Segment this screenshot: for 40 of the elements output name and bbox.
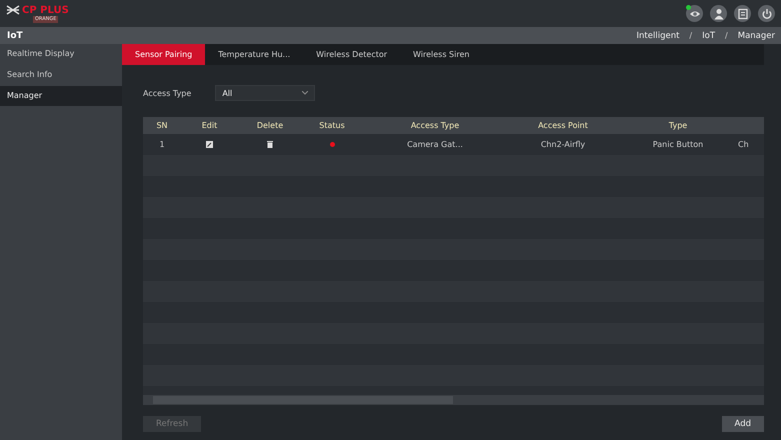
add-button[interactable]: Add	[722, 416, 764, 432]
user-button[interactable]	[710, 5, 727, 22]
delete-icon[interactable]	[267, 141, 273, 148]
section-title: IoT	[7, 30, 23, 40]
access-type-dropdown[interactable]: All	[215, 85, 316, 101]
column-header: Delete	[256, 121, 284, 130]
breadcrumb-separator: /	[689, 30, 692, 40]
tab[interactable]: Wireless Siren	[400, 44, 482, 65]
power-icon	[760, 8, 772, 20]
breadcrumb-link[interactable]: Intelligent	[636, 30, 680, 40]
breadcrumb-link[interactable]: IoT	[702, 30, 716, 40]
sidebar-item[interactable]: Manager	[0, 86, 122, 106]
tab[interactable]: Temperature Hu...	[205, 44, 304, 65]
column-header: Access Point	[537, 121, 589, 130]
horizontal-scrollbar[interactable]	[143, 395, 764, 405]
eye-button[interactable]	[686, 5, 703, 22]
edit-icon[interactable]	[206, 141, 213, 148]
user-icon	[712, 8, 724, 20]
status-dot	[686, 5, 691, 10]
breadcrumb-separator: /	[725, 30, 728, 40]
table-cell-text: Panic Button	[652, 140, 704, 149]
caret-icon	[302, 91, 308, 95]
power-button[interactable]	[758, 5, 775, 22]
column-header: Type	[668, 121, 688, 130]
logo-mark-icon	[6, 5, 20, 15]
column-header: Access Type	[410, 121, 460, 130]
breadcrumb-link[interactable]: Manager	[738, 30, 775, 40]
column-header: Edit	[200, 121, 218, 130]
document-icon	[736, 8, 748, 20]
access-type-label: Access Type	[143, 88, 192, 98]
table-cell-text: Chn2-Airfly	[540, 140, 586, 149]
column-header: SN	[155, 121, 169, 130]
table-cell-text: Ch	[738, 140, 750, 149]
tab[interactable]: Sensor Pairing	[122, 44, 206, 65]
scrollbar-thumb[interactable]	[153, 396, 453, 404]
list-button[interactable]	[734, 5, 751, 22]
table-cell-text: Camera Gat...	[406, 140, 464, 149]
table-cell-text: 1	[158, 140, 166, 149]
column-header: Status	[318, 121, 346, 130]
tab[interactable]: Wireless Detector	[303, 44, 400, 65]
